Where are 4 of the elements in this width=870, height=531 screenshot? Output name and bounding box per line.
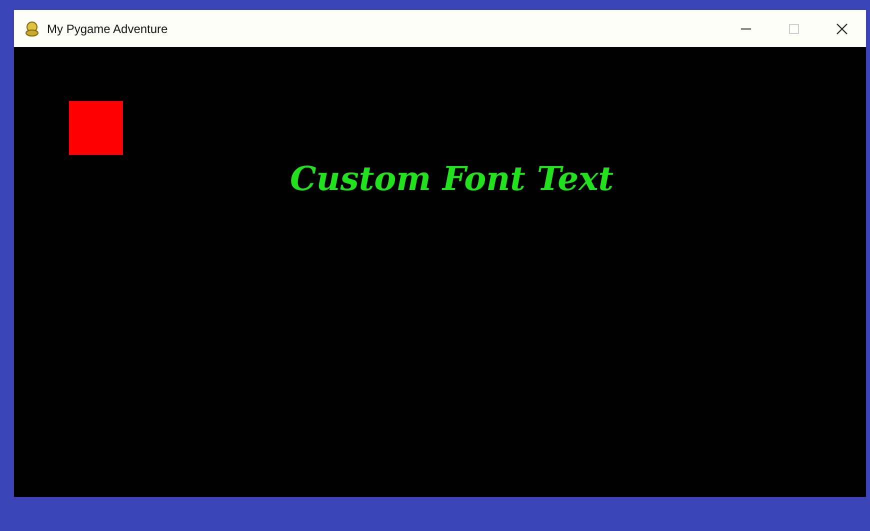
game-text: Custom Font Text [290, 159, 614, 198]
window-title: My Pygame Adventure [47, 22, 168, 36]
maximize-icon [789, 24, 799, 34]
close-icon [836, 22, 848, 34]
